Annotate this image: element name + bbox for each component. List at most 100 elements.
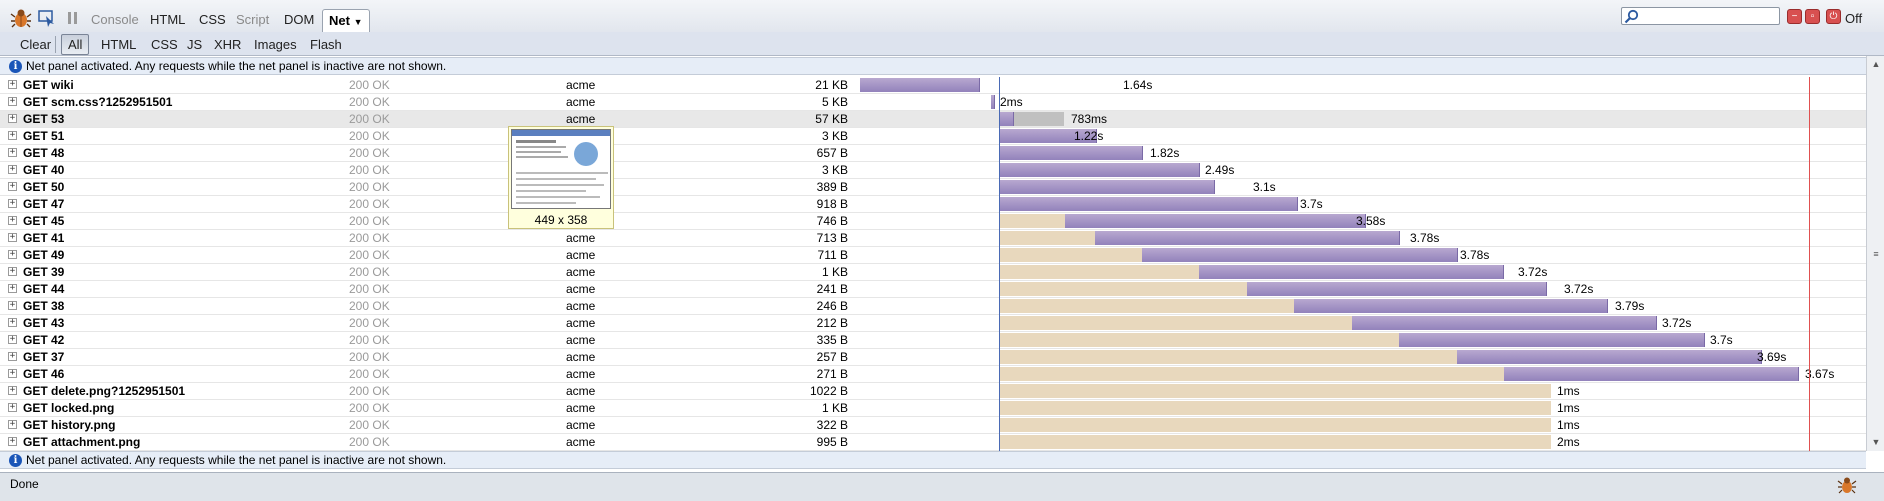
request-url[interactable]: GET 41 [23, 230, 64, 246]
request-url[interactable]: GET scm.css?1252951501 [23, 94, 172, 110]
expand-icon[interactable]: + [8, 131, 17, 140]
expand-icon[interactable]: + [8, 420, 17, 429]
expand-icon[interactable]: + [8, 165, 17, 174]
request-row[interactable]: + GET history.png 200 OK acme 322 B 1ms [0, 417, 1866, 434]
expand-icon[interactable]: + [8, 80, 17, 89]
request-row[interactable]: + GET 44 200 OK acme 241 B 3.72s [0, 281, 1866, 298]
request-url[interactable]: GET history.png [23, 417, 115, 433]
request-url[interactable]: GET locked.png [23, 400, 114, 416]
power-icon[interactable]: ⏻ [1826, 9, 1841, 24]
request-row[interactable]: + GET 51 200 OK 3 KB 1.22s [0, 128, 1866, 145]
request-row[interactable]: + GET 42 200 OK acme 335 B 3.7s [0, 332, 1866, 349]
inspect-icon[interactable] [36, 7, 58, 29]
minimize-icon[interactable]: − [1787, 9, 1802, 24]
tab-html[interactable]: HTML [150, 10, 185, 30]
tab-script[interactable]: Script [236, 10, 269, 30]
expand-icon[interactable]: + [8, 267, 17, 276]
expand-icon[interactable]: + [8, 199, 17, 208]
firebug-status-icon[interactable] [1836, 475, 1858, 495]
clear-button[interactable]: Clear [20, 35, 51, 54]
request-url[interactable]: GET 51 [23, 128, 64, 144]
request-url[interactable]: GET 43 [23, 315, 64, 331]
tab-dom[interactable]: DOM [284, 10, 314, 30]
request-row[interactable]: + GET 41 200 OK acme 713 B 3.78s [0, 230, 1866, 247]
request-row[interactable]: + GET delete.png?1252951501 200 OK acme 1022… [0, 383, 1866, 400]
request-row[interactable]: + GET 37 200 OK acme 257 B 3.69s [0, 349, 1866, 366]
request-url[interactable]: GET 44 [23, 281, 64, 297]
request-row[interactable]: + GET wiki 200 OK acme 21 KB 1.64s [0, 77, 1866, 94]
tab-net[interactable]: Net ▼ [322, 9, 370, 32]
scroll-grip-icon[interactable]: ≡ [1870, 248, 1882, 260]
request-row[interactable]: + GET 50 200 OK 389 B 3.1s [0, 179, 1866, 196]
expand-icon[interactable]: + [8, 250, 17, 259]
tab-console[interactable]: Console [91, 10, 139, 30]
filter-css[interactable]: CSS [151, 35, 178, 54]
scroll-down-icon[interactable]: ▼ [1870, 436, 1882, 448]
request-row[interactable]: + GET 40 200 OK 3 KB 2.49s [0, 162, 1866, 179]
detach-icon[interactable]: ▫ [1805, 9, 1820, 24]
request-url[interactable]: GET 37 [23, 349, 64, 365]
expand-icon[interactable]: + [8, 369, 17, 378]
request-url[interactable]: GET attachment.png [23, 434, 140, 450]
expand-icon[interactable]: + [8, 284, 17, 293]
request-url[interactable]: GET 45 [23, 213, 64, 229]
request-status: 200 OK [349, 384, 390, 398]
request-row[interactable]: + GET 47 200 OK 918 B 3.7s [0, 196, 1866, 213]
request-row[interactable]: + GET attachment.png 200 OK acme 995 B 2ms [0, 434, 1866, 451]
timeline-receiving-bar [999, 112, 1014, 126]
expand-icon[interactable]: + [8, 403, 17, 412]
request-row[interactable]: + GET scm.css?1252951501 200 OK acme 5 KB 2ms [0, 94, 1866, 111]
filter-js[interactable]: JS [187, 35, 202, 54]
request-url[interactable]: GET 50 [23, 179, 64, 195]
request-row[interactable]: + GET 43 200 OK acme 212 B 3.72s [0, 315, 1866, 332]
request-size: 1 KB [821, 265, 848, 279]
filter-html[interactable]: HTML [101, 35, 136, 54]
request-url[interactable]: GET 40 [23, 162, 64, 178]
request-size: 335 B [816, 333, 848, 347]
search-input[interactable] [1621, 7, 1780, 25]
expand-icon[interactable]: + [8, 352, 17, 361]
expand-icon[interactable]: + [8, 335, 17, 344]
scroll-up-icon[interactable]: ▲ [1870, 58, 1882, 70]
timeline-receiving-bar [991, 95, 995, 109]
expand-icon[interactable]: + [8, 301, 17, 310]
tab-css[interactable]: CSS [199, 10, 226, 30]
request-url[interactable]: GET 48 [23, 145, 64, 161]
request-row[interactable]: + GET 46 200 OK acme 271 B 3.67s [0, 366, 1866, 383]
request-status: 200 OK [349, 333, 390, 347]
filter-all[interactable]: All [61, 34, 90, 55]
vertical-scrollbar[interactable]: ▲ ≡ ▼ [1866, 56, 1884, 451]
expand-icon[interactable]: + [8, 386, 17, 395]
request-row[interactable]: + GET 45 200 OK 746 B 3.58s [0, 213, 1866, 230]
expand-icon[interactable]: + [8, 318, 17, 327]
expand-icon[interactable]: + [8, 97, 17, 106]
request-url[interactable]: GET delete.png?1252951501 [23, 383, 185, 399]
request-row[interactable]: + GET 53 200 OK acme 57 KB 783ms [0, 111, 1866, 128]
expand-icon[interactable]: + [8, 233, 17, 242]
request-url[interactable]: GET 49 [23, 247, 64, 263]
off-label[interactable]: Off [1845, 9, 1862, 29]
request-row[interactable]: + GET 38 200 OK acme 246 B 3.79s [0, 298, 1866, 315]
request-row[interactable]: + GET 39 200 OK acme 1 KB 3.72s [0, 264, 1866, 281]
request-url[interactable]: GET 46 [23, 366, 64, 382]
expand-icon[interactable]: + [8, 216, 17, 225]
request-url[interactable]: GET 39 [23, 264, 64, 280]
expand-icon[interactable]: + [8, 148, 17, 157]
firebug-bug-icon[interactable] [10, 7, 32, 29]
request-url[interactable]: GET 47 [23, 196, 64, 212]
filter-images[interactable]: Images [254, 35, 297, 54]
filter-xhr[interactable]: XHR [214, 35, 241, 54]
request-row[interactable]: + GET locked.png 200 OK acme 1 KB 1ms [0, 400, 1866, 417]
request-url[interactable]: GET 42 [23, 332, 64, 348]
expand-icon[interactable]: + [8, 114, 17, 123]
pause-icon[interactable] [62, 7, 84, 29]
request-row[interactable]: + GET 48 200 OK 657 B 1.82s [0, 145, 1866, 162]
request-url[interactable]: GET 38 [23, 298, 64, 314]
expand-icon[interactable]: + [8, 182, 17, 191]
request-row[interactable]: + GET 49 200 OK acme 711 B 3.78s [0, 247, 1866, 264]
request-url[interactable]: GET wiki [23, 77, 74, 93]
request-status: 200 OK [349, 180, 390, 194]
filter-flash[interactable]: Flash [310, 35, 342, 54]
request-url[interactable]: GET 53 [23, 111, 64, 127]
expand-icon[interactable]: + [8, 437, 17, 446]
